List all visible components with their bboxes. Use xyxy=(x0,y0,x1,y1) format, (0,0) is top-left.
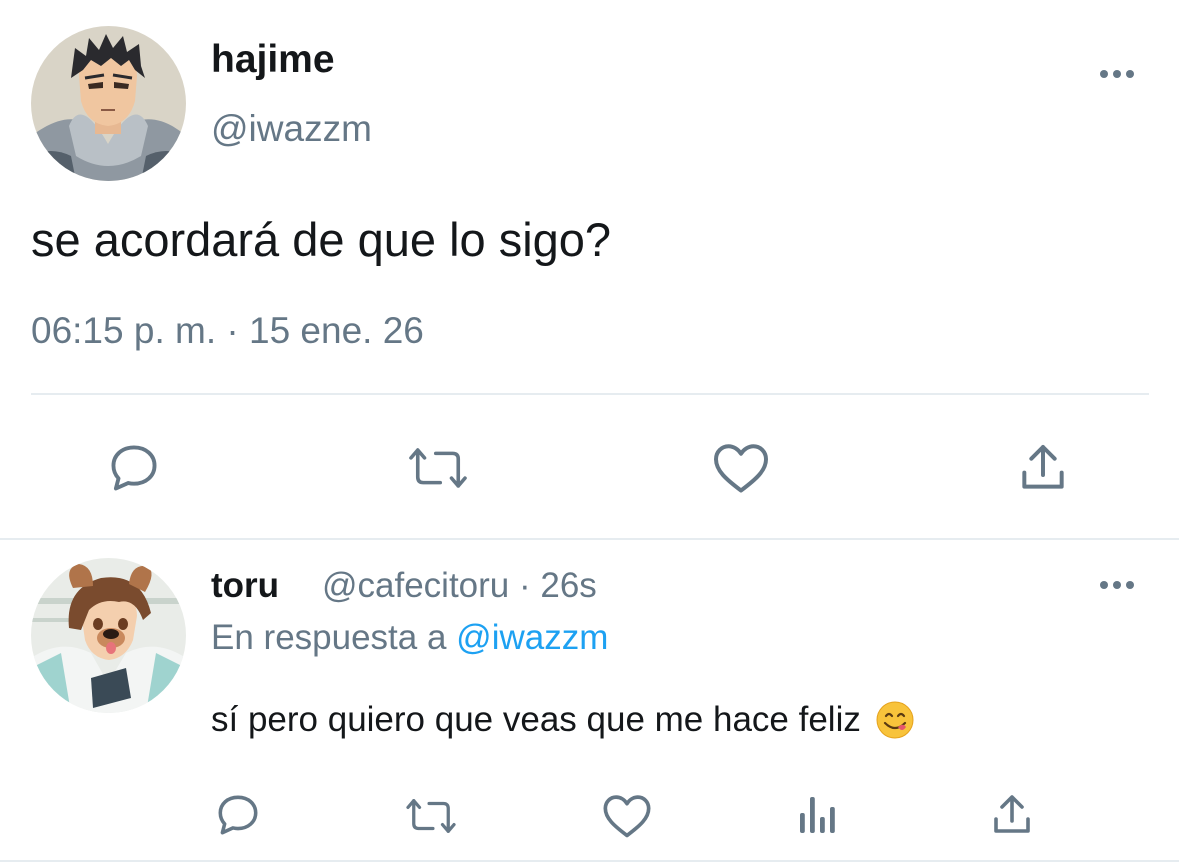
retweet-icon[interactable] xyxy=(405,440,471,496)
avatar[interactable] xyxy=(31,26,186,181)
divider xyxy=(0,860,1179,862)
like-icon[interactable] xyxy=(600,792,654,840)
reply-context: En respuesta a @iwazzm xyxy=(211,618,608,658)
author-name[interactable]: hajime xyxy=(211,38,335,82)
reply-mention-link[interactable]: @iwazzm xyxy=(456,618,608,657)
like-icon[interactable] xyxy=(710,438,772,498)
reply-avatar[interactable] xyxy=(31,558,186,713)
reply-author-name[interactable]: toru xyxy=(211,566,279,606)
author-handle[interactable]: @iwazzm xyxy=(211,108,372,150)
reply-prefix: En respuesta a xyxy=(211,618,447,657)
reply-icon[interactable] xyxy=(104,438,164,498)
more-options-icon[interactable] xyxy=(1095,64,1139,84)
face-savoring-food-icon xyxy=(875,700,915,740)
divider xyxy=(31,393,1149,395)
reply-meta[interactable]: @cafecitoru · 26s xyxy=(322,566,597,606)
reply-text-row: sí pero quiero que veas que me hace feli… xyxy=(211,700,915,740)
analytics-icon[interactable] xyxy=(796,790,840,840)
share-icon[interactable] xyxy=(986,790,1038,840)
tweet-text: se acordará de que lo sigo? xyxy=(31,213,612,266)
retweet-icon[interactable] xyxy=(402,792,460,840)
reply-text: sí pero quiero que veas que me hace feli… xyxy=(211,700,861,739)
share-icon[interactable] xyxy=(1012,438,1074,498)
timestamp[interactable]: 06:15 p. m. · 15 ene. 26 xyxy=(31,310,424,352)
reply-icon[interactable] xyxy=(212,790,264,840)
more-options-icon[interactable] xyxy=(1095,575,1139,595)
divider xyxy=(0,538,1179,540)
